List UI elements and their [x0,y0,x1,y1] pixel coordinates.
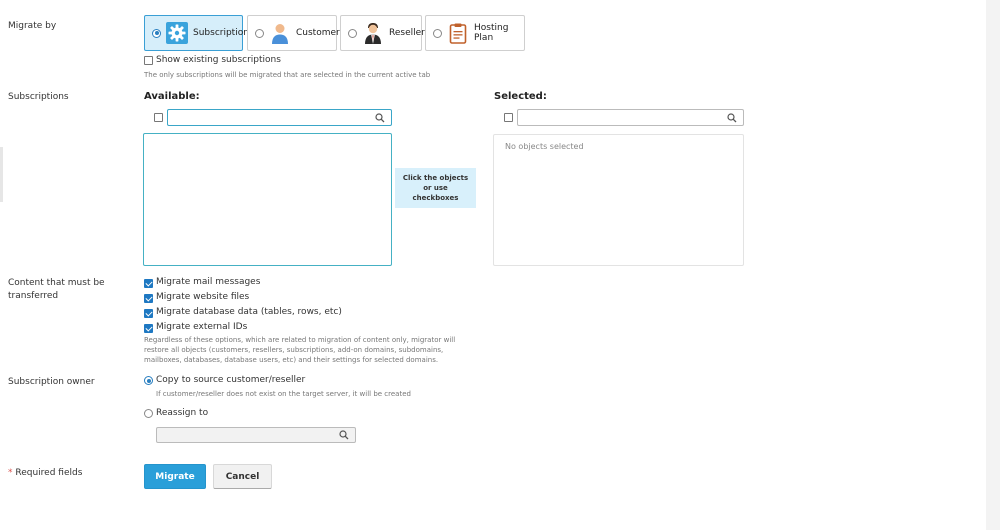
available-select-all-checkbox[interactable] [154,113,163,122]
migrate-database-checkbox[interactable] [144,309,153,318]
migrate-mail-label: Migrate mail messages [156,277,261,287]
tab-subscription[interactable]: Subscription [144,15,249,51]
hosting-plan-radio[interactable] [433,28,442,38]
reassign-search-input[interactable] [156,427,356,443]
available-list[interactable] [143,133,392,266]
selected-list[interactable]: No objects selected [493,134,744,266]
required-fields-note: * Required fields [8,467,82,480]
copy-to-source-hint: If customer/reseller does not exist on t… [156,390,411,398]
tab-reseller[interactable]: Reseller [340,15,425,51]
selected-heading: Selected: [494,91,547,102]
gear-icon [166,22,188,44]
right-edge-strip [986,0,1000,530]
reseller-radio[interactable] [348,28,357,38]
reassign-label: Reassign to [156,408,209,418]
empty-selected-text: No objects selected [505,142,584,151]
cancel-button[interactable]: Cancel [213,464,272,489]
show-existing-checkbox[interactable] [144,56,153,65]
customer-avatar-icon [272,24,288,44]
available-heading: Available: [144,91,200,102]
required-fields-label: Required fields [15,468,83,478]
migrate-external-ids-checkbox[interactable] [144,324,153,333]
tab-reseller-label: Reseller [389,28,425,38]
subscription-radio[interactable] [152,28,161,38]
content-hint: Regardless of these options, which are r… [144,336,456,364]
tab-subscription-label: Subscription [193,28,249,38]
show-existing-label: Show existing subscriptions [156,55,281,65]
transfer-hint: Click the objects or use checkboxes [395,168,476,208]
tab-hosting-plan-label: Hosting Plan [474,23,509,43]
subscriptions-label: Subscriptions [8,92,69,102]
copy-to-source-label: Copy to source customer/reseller [156,375,306,385]
migrate-external-ids-label: Migrate external IDs [156,322,248,332]
migrate-by-label: Migrate by [8,21,57,31]
tab-hosting-plan[interactable]: Hosting Plan [425,15,525,51]
left-edge-marker [0,147,3,202]
search-icon [375,113,385,123]
available-search-input[interactable] [167,109,392,126]
search-icon [727,113,737,123]
owner-label: Subscription owner [8,377,95,387]
clipboard-icon [449,23,467,44]
migrate-button[interactable]: Migrate [144,464,206,489]
content-label: Content that must be transferred [8,278,105,301]
reseller-avatar-icon [365,23,381,44]
migrate-database-label: Migrate database data (tables, rows, etc… [156,307,342,317]
reassign-radio[interactable] [144,409,153,418]
tab-customer[interactable]: Customer [247,15,340,51]
selected-select-all-checkbox[interactable] [504,113,513,122]
migrate-mail-checkbox[interactable] [144,279,153,288]
search-icon [339,430,349,440]
migrate-website-checkbox[interactable] [144,294,153,303]
customer-radio[interactable] [255,28,264,38]
show-existing-hint: The only subscriptions will be migrated … [144,71,431,79]
selected-search-input[interactable] [517,109,744,126]
migrate-website-label: Migrate website files [156,292,250,302]
required-star: * [8,468,13,478]
tab-customer-label: Customer [296,28,340,38]
copy-to-source-radio[interactable] [144,376,153,385]
